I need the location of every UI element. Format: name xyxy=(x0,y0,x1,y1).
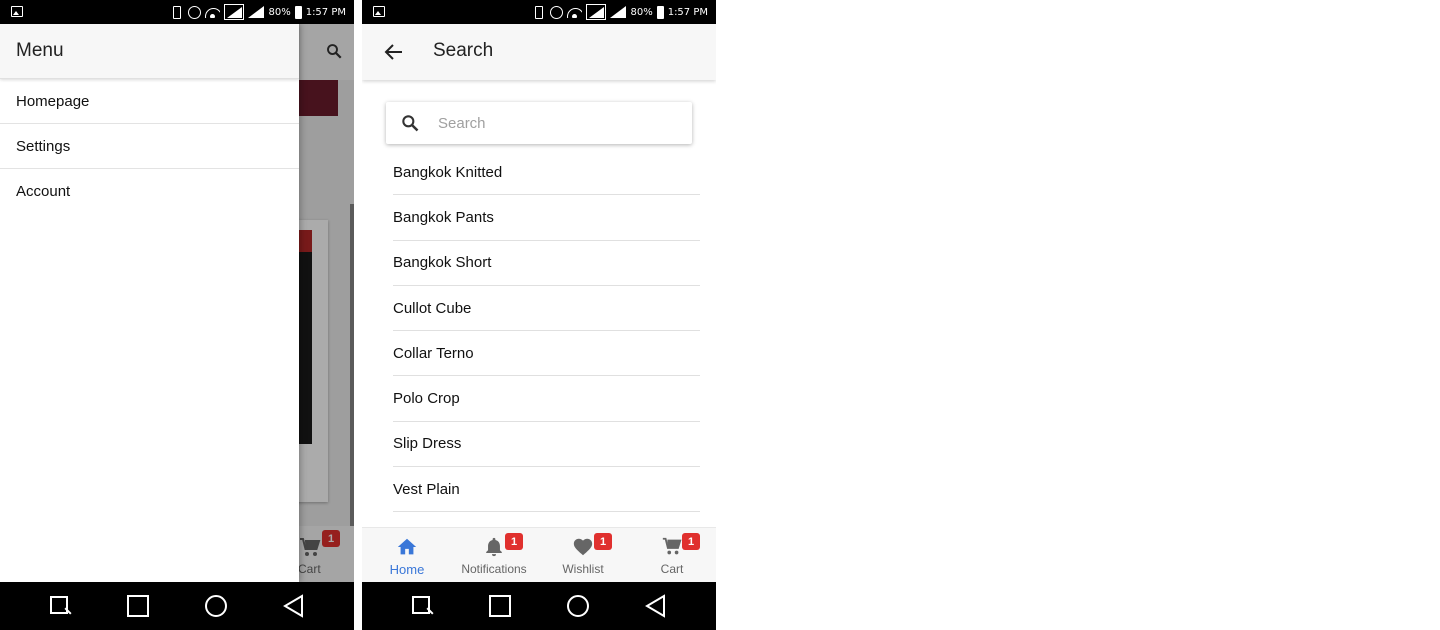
list-item[interactable]: Cullot Cube xyxy=(393,286,700,332)
list-item[interactable]: Vest Plain xyxy=(393,467,700,513)
vibrate-icon xyxy=(173,5,182,19)
back-button[interactable] xyxy=(282,594,306,618)
list-item[interactable]: Slip Dress xyxy=(393,422,700,468)
back-arrow-icon[interactable] xyxy=(382,40,406,64)
tab-notifications-label: Notifications xyxy=(461,562,527,576)
list-item[interactable]: Polo Crop xyxy=(393,376,700,422)
clock: 1:57 PM xyxy=(305,6,346,18)
drawer-item-homepage[interactable]: Homepage xyxy=(0,79,299,124)
home-icon xyxy=(396,536,418,560)
home-button[interactable] xyxy=(204,594,228,618)
search-bar[interactable] xyxy=(386,102,692,144)
tab-cart-label: Cart xyxy=(660,562,684,576)
system-nav-bar xyxy=(0,582,354,630)
search-results-list: Bangkok Knitted Bangkok Pants Bangkok Sh… xyxy=(393,150,700,513)
drawer-title: Menu xyxy=(16,40,64,61)
left-phone-screen: 80% 1:57 PM Cart 1 Menu Homepage Setting… xyxy=(0,0,354,630)
home-button[interactable] xyxy=(566,594,590,618)
clock: 1:57 PM xyxy=(667,6,708,18)
status-bar: 80% 1:57 PM xyxy=(362,0,716,24)
bell-icon xyxy=(483,536,505,560)
image-notification-icon xyxy=(373,6,385,17)
signal-icon xyxy=(586,4,607,20)
signal-secondary-icon xyxy=(248,6,265,18)
drawer-item-account[interactable]: Account xyxy=(0,169,299,214)
overview-button[interactable] xyxy=(126,594,150,618)
list-item[interactable]: Bangkok Knitted xyxy=(393,150,700,196)
battery-icon xyxy=(656,5,664,19)
page-title: Search xyxy=(433,40,494,61)
navigation-drawer: Menu Homepage Settings Account xyxy=(0,24,299,582)
wishlist-badge: 1 xyxy=(594,533,612,550)
vibrate-icon xyxy=(535,5,544,19)
right-phone-screen: 80% 1:57 PM Search Bangkok Knitted Bangk… xyxy=(362,0,716,630)
wifi-icon xyxy=(567,6,583,18)
alarm-icon xyxy=(188,5,202,19)
signal-secondary-icon xyxy=(610,6,627,18)
list-item[interactable]: Bangkok Short xyxy=(393,241,700,286)
recent-apps-button[interactable] xyxy=(48,594,72,618)
search-page: Search Bangkok Knitted Bangkok Pants Ban… xyxy=(362,24,716,582)
tab-wishlist-label: Wishlist xyxy=(562,562,604,576)
battery-icon xyxy=(294,5,302,19)
heart-icon xyxy=(572,536,594,560)
status-bar: 80% 1:57 PM xyxy=(0,0,354,24)
battery-percent: 80% xyxy=(630,6,653,18)
list-item[interactable]: Bangkok Pants xyxy=(393,195,700,241)
search-input[interactable] xyxy=(438,102,678,144)
overview-button[interactable] xyxy=(488,594,512,618)
cart-badge: 1 xyxy=(682,533,700,550)
app-bar: Search xyxy=(362,24,716,80)
tab-home[interactable]: Home xyxy=(382,528,432,583)
alarm-icon xyxy=(550,5,564,19)
cart-icon xyxy=(661,536,683,560)
tab-home-label: Home xyxy=(389,562,425,577)
bottom-nav: Home Notifications 1 Wishlist 1 Cart 1 xyxy=(362,527,716,582)
system-nav-bar xyxy=(362,582,716,630)
drawer-header: Menu xyxy=(0,24,299,79)
back-button[interactable] xyxy=(644,594,668,618)
list-item[interactable]: Collar Terno xyxy=(393,331,700,377)
image-notification-icon xyxy=(11,6,23,17)
notifications-badge: 1 xyxy=(505,533,523,550)
wifi-icon xyxy=(205,6,221,18)
drawer-item-settings[interactable]: Settings xyxy=(0,124,299,169)
search-icon xyxy=(400,113,420,138)
recent-apps-button[interactable] xyxy=(410,594,434,618)
battery-percent: 80% xyxy=(268,6,291,18)
signal-icon xyxy=(224,4,245,20)
